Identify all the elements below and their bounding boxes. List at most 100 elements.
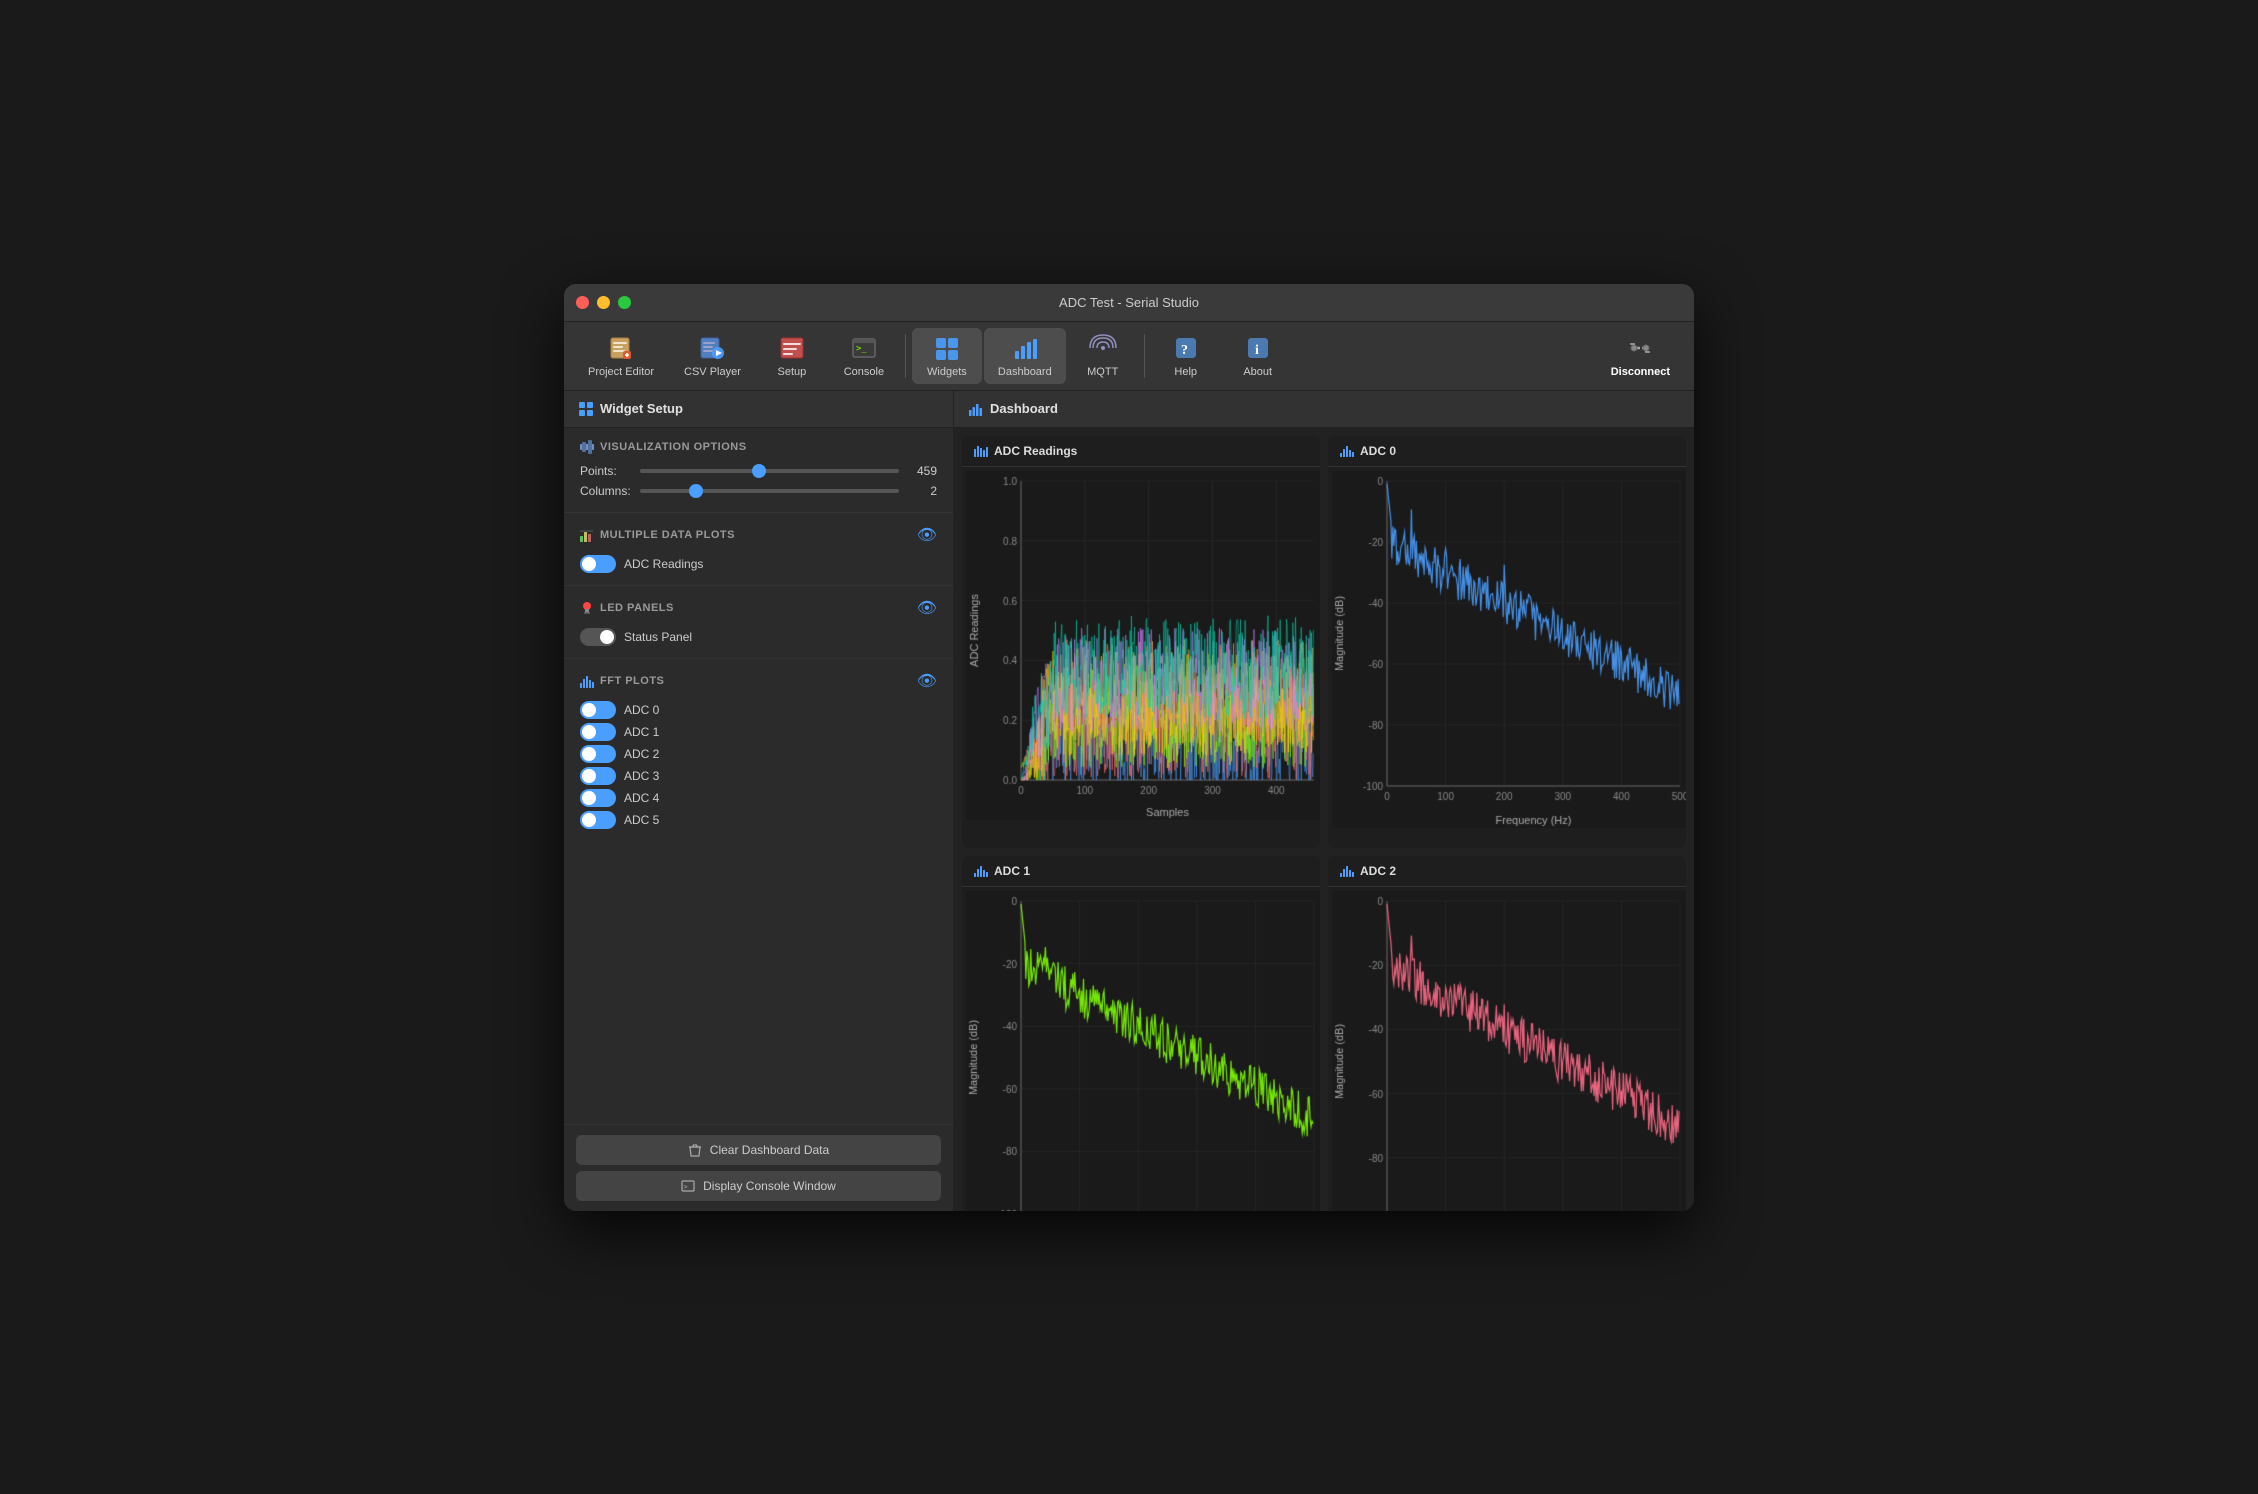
clear-icon (688, 1143, 702, 1157)
titlebar: ADC Test - Serial Studio (564, 284, 1694, 322)
status-panel-label: Status Panel (624, 630, 692, 644)
chart-adc1-title: ADC 1 (994, 864, 1030, 878)
fft-adc5-toggle[interactable] (580, 811, 616, 829)
chart-adc0-body (1328, 467, 1686, 848)
plots-icon (580, 528, 594, 542)
toolbar-widgets-label: Widgets (927, 366, 967, 378)
fft-adc2-row: ADC 2 (580, 745, 937, 763)
sidebar: Widget Setup VISUALIZATION OPTIONS P (564, 391, 954, 1211)
chart-adc1-body (962, 887, 1320, 1211)
app-window: ADC Test - Serial Studio Project Editor (564, 284, 1694, 1211)
columns-slider[interactable] (640, 489, 899, 493)
setup-icon (776, 334, 808, 362)
fft-adc0-toggle[interactable] (580, 701, 616, 719)
toolbar-project-editor-label: Project Editor (588, 366, 654, 378)
chart-adc1-icon (974, 864, 988, 878)
toolbar-csv-player-label: CSV Player (684, 366, 741, 378)
fft-adc5-label: ADC 5 (624, 813, 659, 827)
svg-text:?: ? (1181, 343, 1188, 358)
fft-adc2-toggle[interactable] (580, 745, 616, 763)
dashboard-header-icon (968, 401, 984, 417)
plots-visibility-toggle[interactable]: 👁 (917, 525, 937, 545)
adc2-canvas (1332, 891, 1686, 1211)
toolbar-dashboard-label: Dashboard (998, 366, 1052, 378)
dashboard-header: Dashboard (954, 391, 1694, 428)
toolbar-mqtt[interactable]: MQTT (1068, 328, 1138, 384)
toolbar-about[interactable]: i About (1223, 328, 1293, 384)
sidebar-header: Widget Setup (564, 391, 953, 428)
toolbar-csv-player[interactable]: CSV Player (670, 328, 755, 384)
toolbar-project-editor[interactable]: Project Editor (574, 328, 668, 384)
led-panels-section: LED PANELS 👁 Status Panel (564, 586, 953, 659)
sidebar-bottom: Clear Dashboard Data >_ Display Console … (564, 1125, 953, 1211)
fft-adc1-label: ADC 1 (624, 725, 659, 739)
led-title: LED PANELS (580, 601, 674, 615)
toolbar-disconnect[interactable]: Disconnect (1597, 328, 1684, 384)
toolbar-sep-2 (1144, 334, 1145, 378)
chart-adc0-header: ADC 0 (1328, 436, 1686, 467)
fft-adc0-row: ADC 0 (580, 701, 937, 719)
fft-plots-section: FFT PLOTS 👁 ADC 0 ADC 1 ADC 2 (564, 659, 953, 1125)
chart-adc-readings: ADC Readings (962, 436, 1320, 848)
display-console-label: Display Console Window (703, 1179, 836, 1193)
points-slider-row: Points: 459 (580, 464, 937, 478)
adc1-canvas (966, 891, 1320, 1211)
viz-icon (580, 440, 594, 454)
toolbar-about-label: About (1243, 366, 1272, 378)
led-icon (580, 601, 594, 615)
chart-adc2-icon (1340, 864, 1354, 878)
led-visibility-toggle[interactable]: 👁 (917, 598, 937, 618)
toolbar-disconnect-label: Disconnect (1611, 366, 1670, 378)
disconnect-icon (1624, 334, 1656, 362)
traffic-lights (576, 296, 631, 309)
adc0-canvas (1332, 471, 1686, 828)
chart-adc2-header: ADC 2 (1328, 856, 1686, 887)
main-content: Widget Setup VISUALIZATION OPTIONS P (564, 391, 1694, 1211)
fft-adc1-toggle[interactable] (580, 723, 616, 741)
sidebar-title: Widget Setup (600, 401, 683, 416)
toolbar-setup[interactable]: Setup (757, 328, 827, 384)
project-editor-icon (605, 334, 637, 362)
fft-adc4-label: ADC 4 (624, 791, 659, 805)
fft-adc4-toggle[interactable] (580, 789, 616, 807)
toolbar-help-label: Help (1174, 366, 1197, 378)
fft-visibility-toggle[interactable]: 👁 (917, 671, 937, 691)
toolbar-widgets[interactable]: Widgets (912, 328, 982, 384)
dashboard: Dashboard ADC Readings (954, 391, 1694, 1211)
plots-section-header: MULTIPLE DATA PLOTS 👁 (580, 525, 937, 545)
fft-icon (580, 674, 594, 688)
widgets-icon (931, 334, 963, 362)
maximize-button[interactable] (618, 296, 631, 309)
widget-setup-icon (578, 401, 594, 417)
clear-dashboard-button[interactable]: Clear Dashboard Data (576, 1135, 941, 1165)
plots-title: MULTIPLE DATA PLOTS (580, 528, 735, 542)
points-value: 459 (907, 464, 937, 478)
toolbar-console[interactable]: >_ Console (829, 328, 899, 384)
visualization-section: VISUALIZATION OPTIONS Points: 459 Column… (564, 428, 953, 513)
toolbar-help[interactable]: ? Help (1151, 328, 1221, 384)
mqtt-icon (1087, 334, 1119, 362)
chart-adc2: ADC 2 (1328, 856, 1686, 1211)
viz-section-header: VISUALIZATION OPTIONS (580, 440, 937, 454)
close-button[interactable] (576, 296, 589, 309)
chart-adc0-title: ADC 0 (1360, 444, 1396, 458)
status-panel-row: Status Panel (580, 628, 937, 646)
fft-adc2-label: ADC 2 (624, 747, 659, 761)
points-slider[interactable] (640, 469, 899, 473)
adc-readings-toggle[interactable] (580, 555, 616, 573)
led-section-header: LED PANELS 👁 (580, 598, 937, 618)
toolbar-dashboard[interactable]: Dashboard (984, 328, 1066, 384)
fft-adc5-row: ADC 5 (580, 811, 937, 829)
minimize-button[interactable] (597, 296, 610, 309)
dashboard-grid: ADC Readings (954, 428, 1694, 1211)
chart-adc1-header: ADC 1 (962, 856, 1320, 887)
console-icon: >_ (848, 334, 880, 362)
dashboard-icon (1009, 334, 1041, 362)
toolbar-mqtt-label: MQTT (1087, 366, 1118, 378)
fft-adc3-row: ADC 3 (580, 767, 937, 785)
status-panel-toggle[interactable] (580, 628, 616, 646)
toolbar-setup-label: Setup (778, 366, 807, 378)
columns-slider-row: Columns: 2 (580, 484, 937, 498)
fft-adc3-toggle[interactable] (580, 767, 616, 785)
display-console-button[interactable]: >_ Display Console Window (576, 1171, 941, 1201)
